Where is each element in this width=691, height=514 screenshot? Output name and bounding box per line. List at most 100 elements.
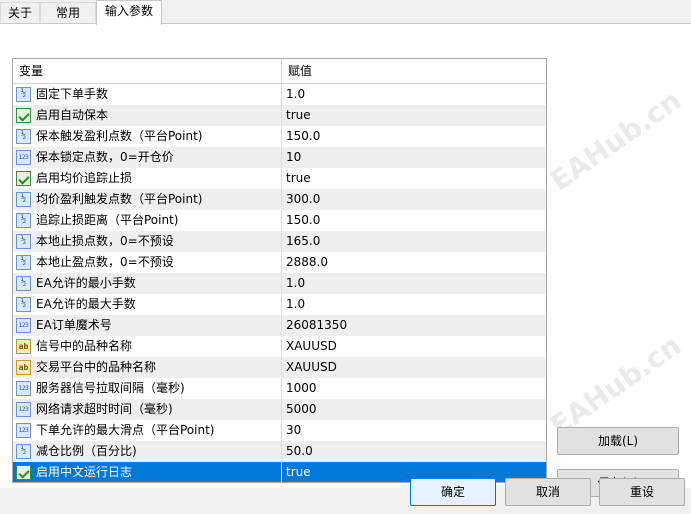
- table-row[interactable]: 信号中的品种名称 XAUUSD: [13, 336, 546, 357]
- value-cell[interactable]: 50.0: [282, 441, 546, 462]
- inputs-tab-page: EAHub.cn EAHub.cn EAHub.cn EAHub.cn EAHu…: [0, 23, 691, 497]
- cancel-button[interactable]: 取消: [505, 478, 591, 506]
- boolean-type-icon: [16, 171, 31, 186]
- value-cell[interactable]: 30: [282, 420, 546, 441]
- ea-properties-dialog: 关于 常用 输入参数 EAHub.cn EAHub.cn EAHub.cn EA…: [0, 0, 691, 514]
- variable-name: 固定下单手数: [36, 87, 109, 101]
- reset-button[interactable]: 重设: [599, 478, 685, 506]
- table-row[interactable]: 保本触发盈利点数（平台Point) 150.0: [13, 126, 546, 147]
- variable-cell[interactable]: 启用均价追踪止损: [13, 168, 282, 189]
- variable-cell[interactable]: 服务器信号拉取间隔（毫秒): [13, 378, 282, 399]
- double-type-icon: [16, 297, 31, 312]
- ok-button[interactable]: 确定: [410, 478, 496, 506]
- variable-cell[interactable]: EA允许的最小手数: [13, 273, 282, 294]
- table-row[interactable]: 本地止损点数，0=不预设 165.0: [13, 231, 546, 252]
- variable-name: EA订单魔术号: [36, 318, 112, 332]
- variable-name: 信号中的品种名称: [36, 339, 133, 353]
- table-row[interactable]: 交易平台中的品种名称 XAUUSD: [13, 357, 546, 378]
- variable-cell[interactable]: 启用中文运行日志: [13, 462, 282, 482]
- table-row[interactable]: 追踪止损距离（平台Point) 150.0: [13, 210, 546, 231]
- table-row[interactable]: 本地止盈点数，0=不预设 2888.0: [13, 252, 546, 273]
- table-row[interactable]: EA允许的最小手数 1.0: [13, 273, 546, 294]
- grid-rows: 固定下单手数 1.0 启用自动保本 true 保本触发盈利点数（平台Point) 150.…: [13, 84, 546, 482]
- variable-name: 网络请求超时时间（毫秒): [36, 402, 173, 416]
- table-row[interactable]: EA订单魔术号 26081350: [13, 315, 546, 336]
- value-cell[interactable]: true: [282, 168, 546, 189]
- table-row[interactable]: 启用均价追踪止损 true: [13, 168, 546, 189]
- variable-name: 减仓比例（百分比): [36, 444, 137, 458]
- double-type-icon: [16, 234, 31, 249]
- table-row[interactable]: 启用自动保本 true: [13, 105, 546, 126]
- table-row[interactable]: 网络请求超时时间（毫秒) 5000: [13, 399, 546, 420]
- variable-cell[interactable]: 信号中的品种名称: [13, 336, 282, 357]
- variable-cell[interactable]: 交易平台中的品种名称: [13, 357, 282, 378]
- variable-cell[interactable]: 启用自动保本: [13, 105, 282, 126]
- column-header-variable[interactable]: 变量: [13, 59, 282, 83]
- variable-cell[interactable]: 网络请求超时时间（毫秒): [13, 399, 282, 420]
- value-cell[interactable]: 150.0: [282, 210, 546, 231]
- watermark: EAHub.cn: [544, 83, 688, 198]
- double-type-icon: [16, 192, 31, 207]
- value-cell[interactable]: 26081350: [282, 315, 546, 336]
- load-button[interactable]: 加载(L): [557, 427, 679, 455]
- double-type-icon: [16, 129, 31, 144]
- variable-cell[interactable]: 均价盈利触发点数（平台Point): [13, 189, 282, 210]
- value-cell[interactable]: XAUUSD: [282, 357, 546, 378]
- variable-name: 交易平台中的品种名称: [36, 360, 157, 374]
- variable-name: 服务器信号拉取间隔（毫秒): [36, 381, 185, 395]
- value-cell[interactable]: 1.0: [282, 273, 546, 294]
- double-type-icon: [16, 276, 31, 291]
- table-row[interactable]: EA允许的最大手数 1.0: [13, 294, 546, 315]
- string-type-icon: [16, 360, 31, 375]
- value-cell[interactable]: true: [282, 105, 546, 126]
- tab-about[interactable]: 关于: [0, 2, 40, 23]
- table-row[interactable]: 下单允许的最大滑点（平台Point) 30: [13, 420, 546, 441]
- variable-cell[interactable]: EA订单魔术号: [13, 315, 282, 336]
- variable-cell[interactable]: 减仓比例（百分比): [13, 441, 282, 462]
- tab-inputs[interactable]: 输入参数: [96, 0, 162, 25]
- value-cell[interactable]: 165.0: [282, 231, 546, 252]
- integer-type-icon: [16, 423, 31, 438]
- variable-name: 下单允许的最大滑点（平台Point): [36, 423, 215, 437]
- integer-type-icon: [16, 318, 31, 333]
- value-cell[interactable]: 150.0: [282, 126, 546, 147]
- tab-common[interactable]: 常用: [40, 2, 96, 23]
- table-row[interactable]: 服务器信号拉取间隔（毫秒) 1000: [13, 378, 546, 399]
- variable-cell[interactable]: 保本触发盈利点数（平台Point): [13, 126, 282, 147]
- tab-bar: 关于 常用 输入参数: [0, 0, 691, 25]
- value-cell[interactable]: 300.0: [282, 189, 546, 210]
- column-header-value[interactable]: 赋值: [282, 59, 546, 83]
- table-row[interactable]: 均价盈利触发点数（平台Point) 300.0: [13, 189, 546, 210]
- variable-name: 启用中文运行日志: [36, 465, 133, 479]
- variable-name: 追踪止损距离（平台Point): [36, 213, 179, 227]
- variable-name: EA允许的最大手数: [36, 297, 136, 311]
- integer-type-icon: [16, 150, 31, 165]
- value-cell[interactable]: 1000: [282, 378, 546, 399]
- value-cell[interactable]: XAUUSD: [282, 336, 546, 357]
- table-row[interactable]: 减仓比例（百分比) 50.0: [13, 441, 546, 462]
- value-cell[interactable]: 10: [282, 147, 546, 168]
- variable-cell[interactable]: 本地止盈点数，0=不预设: [13, 252, 282, 273]
- variable-cell[interactable]: 追踪止损距离（平台Point): [13, 210, 282, 231]
- double-type-icon: [16, 87, 31, 102]
- double-type-icon: [16, 255, 31, 270]
- value-cell[interactable]: 1.0: [282, 294, 546, 315]
- table-row[interactable]: 保本锁定点数，0=开仓价 10: [13, 147, 546, 168]
- variable-cell[interactable]: 本地止损点数，0=不预设: [13, 231, 282, 252]
- value-cell[interactable]: 5000: [282, 399, 546, 420]
- value-cell[interactable]: 1.0: [282, 84, 546, 105]
- variable-name: EA允许的最小手数: [36, 276, 136, 290]
- inputs-grid: 变量 赋值 固定下单手数1.0启用自动保本true保本触发盈利点数（平台Poin…: [12, 58, 547, 483]
- variable-cell[interactable]: 下单允许的最大滑点（平台Point): [13, 420, 282, 441]
- variable-cell[interactable]: 保本锁定点数，0=开仓价: [13, 147, 282, 168]
- variable-cell[interactable]: EA允许的最大手数: [13, 294, 282, 315]
- variable-name: 启用均价追踪止损: [36, 171, 133, 185]
- integer-type-icon: [16, 381, 31, 396]
- table-row[interactable]: 固定下单手数 1.0: [13, 84, 546, 105]
- variable-cell[interactable]: 固定下单手数: [13, 84, 282, 105]
- integer-type-icon: [16, 402, 31, 417]
- variable-name: 保本锁定点数，0=开仓价: [36, 150, 174, 164]
- double-type-icon: [16, 213, 31, 228]
- value-cell[interactable]: 2888.0: [282, 252, 546, 273]
- variable-name: 均价盈利触发点数（平台Point): [36, 192, 203, 206]
